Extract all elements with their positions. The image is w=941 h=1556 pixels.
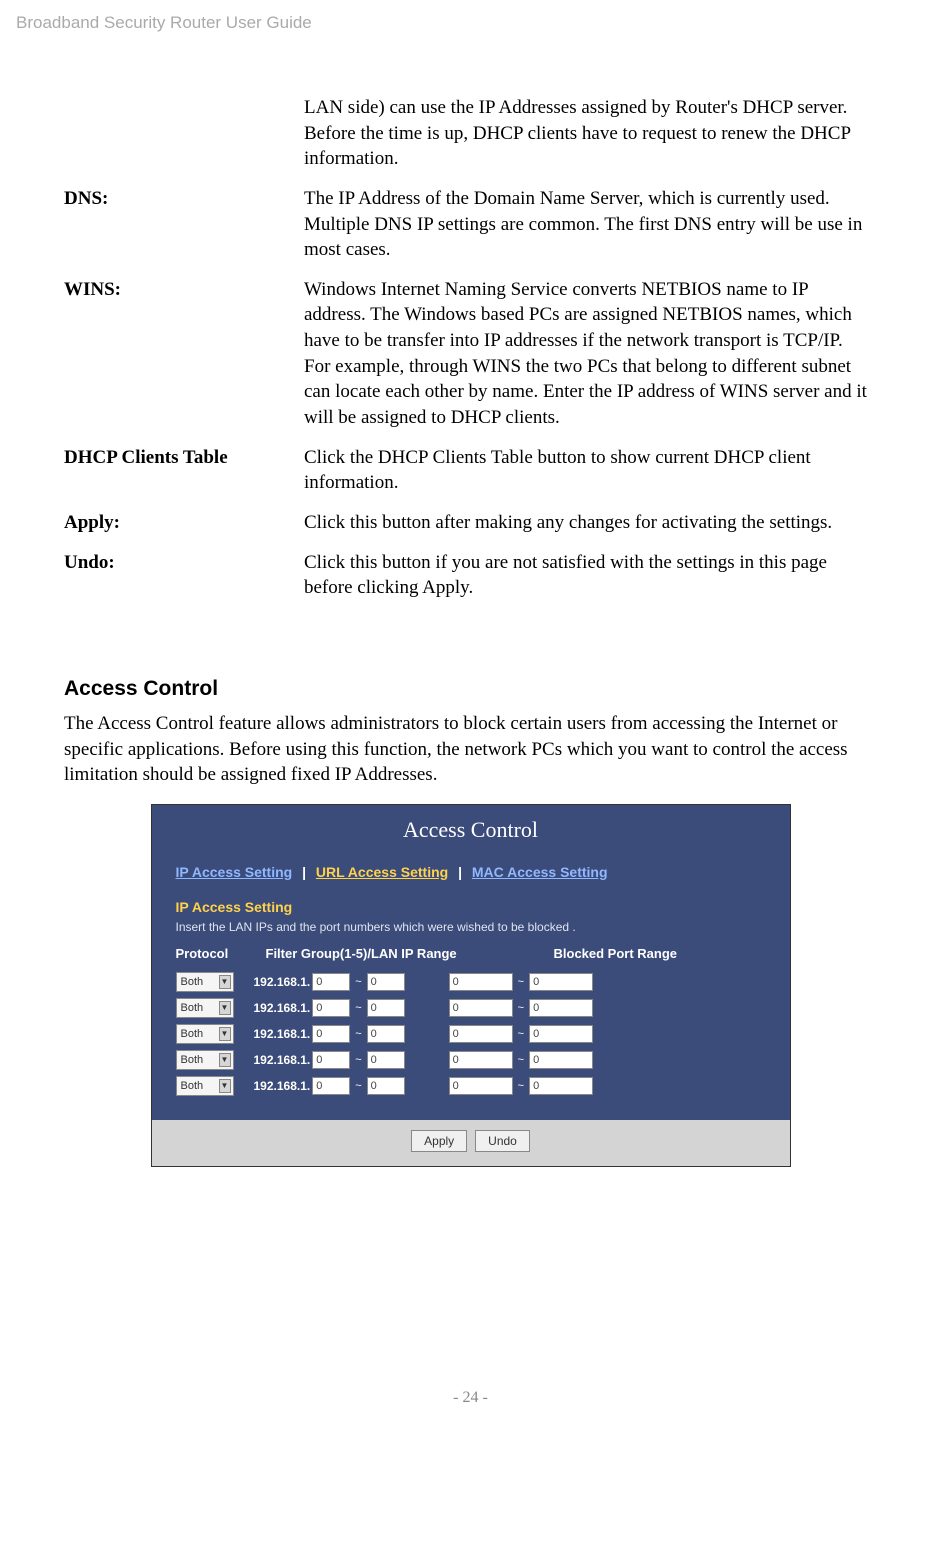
filter-row: Both ▼ 192.168.1. 0 ~ 0 0 ~ 0 <box>176 1050 766 1070</box>
range-tilde: ~ <box>352 1053 364 1068</box>
tab-mac-access[interactable]: MAC Access Setting <box>472 864 608 880</box>
filter-row: Both ▼ 192.168.1. 0 ~ 0 0 ~ 0 <box>176 998 766 1018</box>
ip-prefix: 192.168.1. <box>254 1026 311 1042</box>
page-header: Broadband Security Router User Guide <box>16 12 877 35</box>
port-to-input[interactable]: 0 <box>529 973 593 991</box>
access-control-intro: The Access Control feature allows admini… <box>64 711 877 788</box>
chevron-down-icon: ▼ <box>219 975 231 989</box>
def-label-continuation <box>64 95 304 186</box>
tab-url-access[interactable]: URL Access Setting <box>316 864 448 880</box>
def-label-dhcp-clients: DHCP Clients Table <box>64 445 304 510</box>
screenshot-column-headers: Protocol Filter Group(1-5)/LAN IP Range … <box>152 945 790 973</box>
col-header-filter: Filter Group(1-5)/LAN IP Range <box>266 945 526 963</box>
apply-button[interactable]: Apply <box>411 1130 467 1152</box>
range-tilde: ~ <box>515 1027 527 1042</box>
port-from-input[interactable]: 0 <box>449 1077 513 1095</box>
def-label-dns: DNS: <box>64 186 304 277</box>
ip-to-input[interactable]: 0 <box>367 1077 405 1095</box>
range-tilde: ~ <box>515 1053 527 1068</box>
col-header-blocked: Blocked Port Range <box>526 945 766 963</box>
range-tilde: ~ <box>515 975 527 990</box>
port-from-input[interactable]: 0 <box>449 1051 513 1069</box>
protocol-select[interactable]: Both ▼ <box>176 1024 234 1044</box>
port-from-input[interactable]: 0 <box>449 973 513 991</box>
range-tilde: ~ <box>515 1001 527 1016</box>
ip-from-input[interactable]: 0 <box>312 999 350 1017</box>
protocol-select[interactable]: Both ▼ <box>176 1050 234 1070</box>
ip-to-input[interactable]: 0 <box>367 1051 405 1069</box>
access-control-screenshot: Access Control IP Access Setting | URL A… <box>151 804 791 1167</box>
chevron-down-icon: ▼ <box>219 1053 231 1067</box>
ip-from-input[interactable]: 0 <box>312 1077 350 1095</box>
tab-separator: | <box>296 864 312 880</box>
def-desc-apply: Click this button after making any chang… <box>304 510 877 550</box>
tab-separator: | <box>452 864 468 880</box>
range-tilde: ~ <box>352 975 364 990</box>
protocol-value: Both <box>181 1027 204 1042</box>
ip-from-input[interactable]: 0 <box>312 973 350 991</box>
port-to-input[interactable]: 0 <box>529 1051 593 1069</box>
range-tilde: ~ <box>352 1027 364 1042</box>
protocol-value: Both <box>181 1079 204 1094</box>
def-desc-dns: The IP Address of the Domain Name Server… <box>304 186 877 277</box>
undo-button[interactable]: Undo <box>475 1130 530 1152</box>
ip-to-input[interactable]: 0 <box>367 973 405 991</box>
ip-from-input[interactable]: 0 <box>312 1051 350 1069</box>
ip-prefix: 192.168.1. <box>254 1052 311 1068</box>
port-from-input[interactable]: 0 <box>449 1025 513 1043</box>
port-to-input[interactable]: 0 <box>529 1025 593 1043</box>
page-footer: - 24 - <box>64 1387 877 1409</box>
def-desc-wins: Windows Internet Naming Service converts… <box>304 277 877 445</box>
filter-row: Both ▼ 192.168.1. 0 ~ 0 0 ~ 0 <box>176 1076 766 1096</box>
screenshot-rows: Both ▼ 192.168.1. 0 ~ 0 0 ~ 0 Both ▼ 192… <box>152 972 790 1120</box>
range-tilde: ~ <box>352 1079 364 1094</box>
filter-row: Both ▼ 192.168.1. 0 ~ 0 0 ~ 0 <box>176 1024 766 1044</box>
screenshot-title: Access Control <box>152 805 790 857</box>
screenshot-tabs: IP Access Setting | URL Access Setting |… <box>152 857 790 890</box>
def-desc-dhcp-clients: Click the DHCP Clients Table button to s… <box>304 445 877 510</box>
port-from-input[interactable]: 0 <box>449 999 513 1017</box>
port-to-input[interactable]: 0 <box>529 999 593 1017</box>
protocol-value: Both <box>181 1053 204 1068</box>
col-header-protocol: Protocol <box>176 945 266 963</box>
access-control-heading: Access Control <box>64 675 877 703</box>
port-to-input[interactable]: 0 <box>529 1077 593 1095</box>
ip-from-input[interactable]: 0 <box>312 1025 350 1043</box>
definitions-table: LAN side) can use the IP Addresses assig… <box>64 95 877 615</box>
def-label-apply: Apply: <box>64 510 304 550</box>
def-label-wins: WINS: <box>64 277 304 445</box>
def-desc-undo: Click this button if you are not satisfi… <box>304 550 877 615</box>
def-desc-continuation: LAN side) can use the IP Addresses assig… <box>304 95 877 186</box>
range-tilde: ~ <box>352 1001 364 1016</box>
protocol-select[interactable]: Both ▼ <box>176 1076 234 1096</box>
screenshot-section-heading: IP Access Setting <box>152 890 790 917</box>
protocol-value: Both <box>181 1001 204 1016</box>
chevron-down-icon: ▼ <box>219 1001 231 1015</box>
protocol-value: Both <box>181 975 204 990</box>
ip-prefix: 192.168.1. <box>254 1000 311 1016</box>
chevron-down-icon: ▼ <box>219 1079 231 1093</box>
def-label-undo: Undo: <box>64 550 304 615</box>
protocol-select[interactable]: Both ▼ <box>176 972 234 992</box>
screenshot-wrap: Access Control IP Access Setting | URL A… <box>64 804 877 1167</box>
screenshot-section-sub: Insert the LAN IPs and the port numbers … <box>152 917 790 945</box>
ip-to-input[interactable]: 0 <box>367 999 405 1017</box>
tab-ip-access[interactable]: IP Access Setting <box>176 864 293 880</box>
ip-prefix: 192.168.1. <box>254 1078 311 1094</box>
protocol-select[interactable]: Both ▼ <box>176 998 234 1018</box>
filter-row: Both ▼ 192.168.1. 0 ~ 0 0 ~ 0 <box>176 972 766 992</box>
ip-to-input[interactable]: 0 <box>367 1025 405 1043</box>
ip-prefix: 192.168.1. <box>254 974 311 990</box>
range-tilde: ~ <box>515 1079 527 1094</box>
chevron-down-icon: ▼ <box>219 1027 231 1041</box>
screenshot-button-bar: Apply Undo <box>152 1120 790 1166</box>
